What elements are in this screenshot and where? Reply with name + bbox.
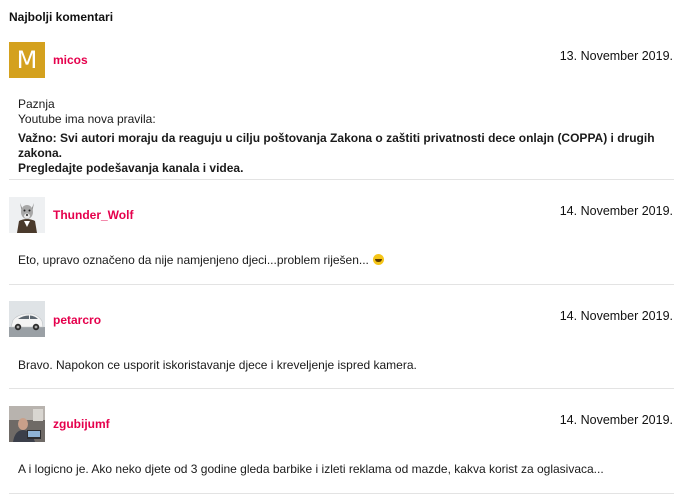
divider (9, 179, 674, 180)
username-link[interactable]: petarcro (53, 313, 101, 327)
person-photo-avatar-icon[interactable] (9, 406, 45, 442)
section-title: Najbolji komentari (9, 10, 114, 24)
divider (9, 388, 674, 389)
comment-line: Youtube ima nova pravila: (18, 112, 156, 126)
avatar[interactable]: M (9, 42, 45, 78)
username-link[interactable]: Thunder_Wolf (53, 208, 133, 222)
divider (9, 493, 674, 494)
comment-date: 14. November 2019. (559, 413, 673, 427)
comment-text: Eto, upravo označeno da nije namjenjeno … (18, 253, 369, 267)
comment-body: Eto, upravo označeno da nije namjenjeno … (18, 253, 668, 268)
comment-date: 13. November 2019. (559, 49, 673, 63)
comment-date: 14. November 2019. (559, 204, 673, 218)
comment-text: Bravo. Napokon ce usporit iskoristavanje… (18, 358, 417, 372)
divider (9, 284, 674, 285)
comment-text: A i logicno je. Ako neko djete od 3 godi… (18, 462, 604, 476)
comment-date: 14. November 2019. (559, 309, 673, 323)
comment-body: Bravo. Napokon ce usporit iskoristavanje… (18, 358, 668, 373)
comment-body: Paznja Youtube ima nova pravila: Važno: … (18, 97, 668, 176)
username-link[interactable]: zgubijumf (53, 417, 110, 431)
wolf-avatar-icon[interactable] (9, 197, 45, 233)
comment-line-bold: Pregledajte podešavanja kanala i videa. (18, 161, 244, 175)
car-avatar-icon[interactable] (9, 301, 45, 337)
comment-body: A i logicno je. Ako neko djete od 3 godi… (18, 462, 668, 477)
comment-line-bold: Važno: Svi autori moraju da reaguju u ci… (18, 131, 655, 160)
username-link[interactable]: micos (53, 53, 88, 67)
comments-panel: Najbolji komentari M micos 13. November … (0, 0, 690, 495)
laughing-emoji-icon (372, 254, 384, 265)
comment-line: Paznja (18, 97, 55, 111)
avatar-letter: M (9, 42, 45, 78)
